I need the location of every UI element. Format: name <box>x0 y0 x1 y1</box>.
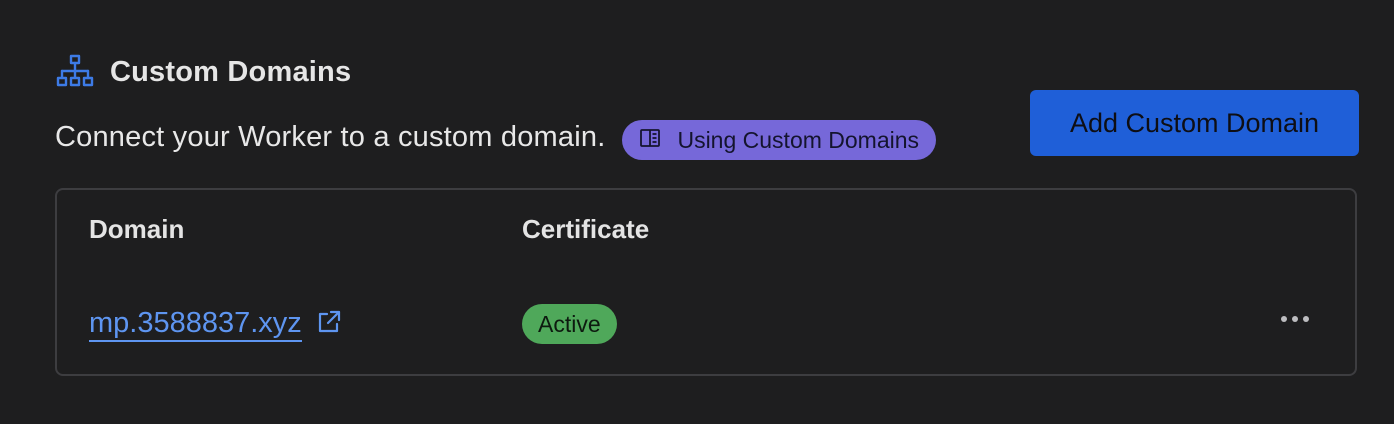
docs-link-button[interactable]: Using Custom Domains <box>622 120 937 160</box>
column-header-certificate: Certificate <box>522 214 650 244</box>
docs-link-label: Using Custom Domains <box>677 126 920 153</box>
domains-table: Domain Certificate mp.3588837.xyz Active <box>55 188 1357 376</box>
more-horizontal-icon <box>1280 310 1310 328</box>
domain-link[interactable]: mp.3588837.xyz <box>89 306 302 342</box>
certificate-status-badge: Active <box>522 304 617 344</box>
row-actions-button[interactable] <box>1275 304 1315 334</box>
sitemap-icon <box>56 54 94 90</box>
custom-domains-card: Custom Domains Connect your Worker to a … <box>0 0 1394 424</box>
column-header-domain: Domain <box>89 214 185 244</box>
section-title: Custom Domains <box>110 55 352 88</box>
description-row: Connect your Worker to a custom domain. … <box>55 114 937 160</box>
book-icon <box>639 128 661 153</box>
external-link-icon[interactable] <box>316 309 342 340</box>
section-description: Connect your Worker to a custom domain. <box>55 120 606 153</box>
table-row-domain-cell: mp.3588837.xyz <box>89 306 342 342</box>
section-header: Custom Domains <box>56 54 351 90</box>
add-custom-domain-button[interactable]: Add Custom Domain <box>1030 90 1359 156</box>
